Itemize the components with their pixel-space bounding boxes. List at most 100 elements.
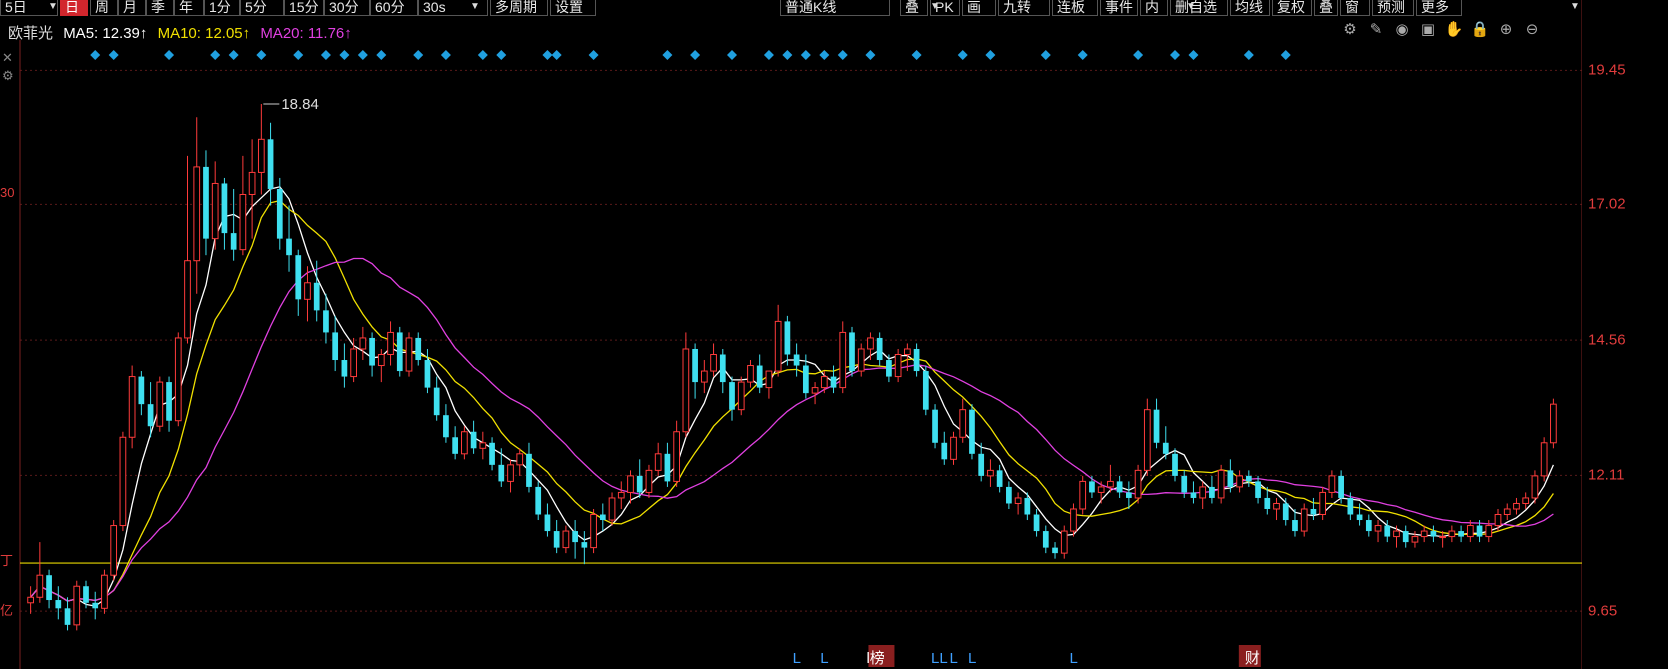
candle-body <box>1310 508 1317 515</box>
candle-body <box>830 376 837 388</box>
candle-body <box>1420 530 1428 538</box>
candle-body <box>498 464 505 482</box>
candle-body <box>211 182 219 240</box>
candle-body <box>433 387 440 416</box>
candle-body <box>820 376 828 389</box>
candle-body <box>1300 508 1308 532</box>
candle-body <box>341 360 348 377</box>
event-diamond-icon <box>477 50 488 60</box>
candle-body <box>184 260 191 339</box>
candle-body <box>27 596 34 604</box>
event-diamond-icon <box>837 50 848 60</box>
candle-body <box>802 365 809 394</box>
candle-body <box>1116 481 1123 493</box>
candle-body <box>719 354 726 383</box>
candle-body <box>507 464 514 482</box>
event-diamond-icon <box>782 50 793 60</box>
candle-body <box>553 531 560 548</box>
event-diamond-icon <box>1170 50 1180 60</box>
candle-body <box>1181 475 1188 493</box>
candle-body <box>1411 536 1419 543</box>
left-edge-label: 30 <box>0 185 15 200</box>
candle-body <box>1070 508 1077 532</box>
candle-body <box>1292 520 1298 532</box>
candle-body <box>1097 486 1105 493</box>
candle-body <box>590 514 597 549</box>
candle-body <box>673 431 680 482</box>
candle-body <box>239 193 247 251</box>
event-diamond-icon <box>376 50 387 60</box>
event-diamond-icon <box>819 50 830 60</box>
candle-body <box>1448 530 1456 538</box>
candle-body <box>849 332 855 372</box>
candle-body <box>617 491 625 499</box>
candle-body <box>1134 469 1142 499</box>
candle-body <box>46 575 52 601</box>
event-diamond-icon <box>542 50 553 60</box>
candle-body <box>1439 536 1446 539</box>
event-diamond-icon <box>763 50 774 60</box>
candle-body <box>479 442 487 449</box>
candle-body <box>55 600 62 609</box>
candle-body <box>710 354 717 372</box>
ma5-line <box>30 186 1554 607</box>
candle-body <box>203 166 209 239</box>
candle-body <box>535 486 542 515</box>
event-diamond-icon <box>320 50 331 60</box>
candle-body <box>1319 491 1327 516</box>
y-tick-label: 12.11 <box>1588 466 1625 484</box>
ma20-line <box>30 257 1554 602</box>
candle-body <box>119 436 127 527</box>
candle-body <box>1466 525 1474 538</box>
candle-body <box>470 431 477 449</box>
candle-body <box>64 608 71 625</box>
candle-body <box>489 442 495 465</box>
event-label: L <box>1069 650 1077 667</box>
candle-body <box>969 409 975 454</box>
candle-body <box>1550 403 1557 444</box>
max-price-label: 18.84 <box>281 96 319 113</box>
candle-body <box>424 360 431 388</box>
candle-body <box>110 525 118 576</box>
event-diamond-icon <box>90 50 101 60</box>
candle-body <box>1494 514 1502 527</box>
event-diamond-icon <box>496 50 507 60</box>
event-diamond-icon <box>164 50 175 60</box>
candle-body <box>978 453 985 476</box>
gear-icon[interactable]: ⚙ <box>2 68 14 84</box>
candle-body <box>1402 531 1409 543</box>
candle-body <box>128 376 136 438</box>
candle-body <box>1079 480 1087 510</box>
candle-body <box>867 337 874 350</box>
candle-body <box>784 321 791 355</box>
candle-body <box>92 602 99 609</box>
candle-body <box>562 530 570 549</box>
event-diamond-icon <box>551 50 562 60</box>
candle-body <box>276 188 283 239</box>
candle-body <box>811 387 819 394</box>
candle-body <box>1033 514 1040 532</box>
candle-body <box>1356 514 1363 521</box>
candle-body <box>83 586 89 603</box>
candle-body <box>323 310 329 333</box>
candle-body <box>369 337 375 366</box>
event-diamond-icon <box>800 50 811 60</box>
close-icon[interactable]: ✕ <box>2 50 13 66</box>
left-edge-panel: 30 丁亿 ✕ ⚙ <box>0 40 20 669</box>
event-diamond-icon <box>339 50 350 60</box>
candle-body <box>857 348 865 372</box>
candle-body <box>793 354 800 366</box>
candle-body <box>1006 486 1012 504</box>
candle-body <box>304 282 311 300</box>
candle-body <box>1522 497 1530 504</box>
candle-body <box>1107 480 1114 488</box>
candle-body <box>1255 481 1261 498</box>
candle-body <box>700 370 708 383</box>
event-label: L <box>950 650 958 667</box>
event-diamond-icon <box>1077 50 1088 60</box>
candle-body <box>1052 547 1058 554</box>
candle-body <box>1458 531 1464 537</box>
candle-body <box>1014 497 1022 504</box>
event-diamond-icon <box>256 50 267 60</box>
candle-body <box>396 332 403 372</box>
